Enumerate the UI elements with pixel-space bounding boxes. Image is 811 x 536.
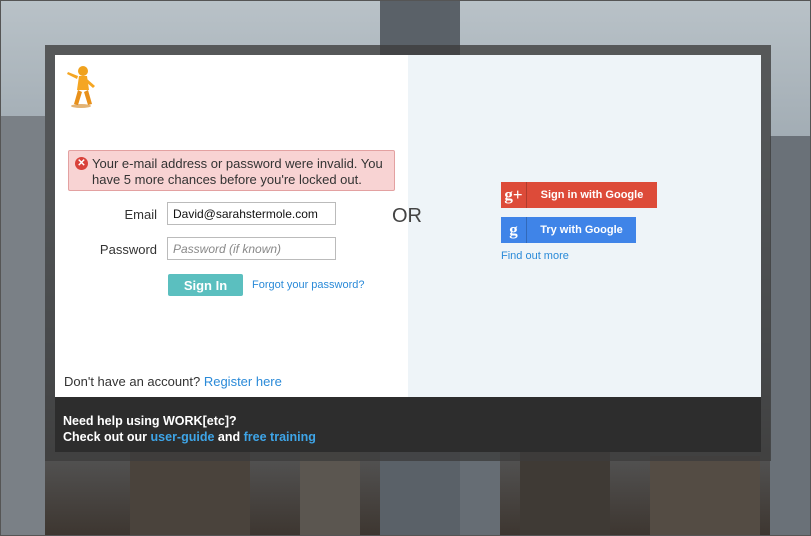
login-panel: ✕ Your e-mail address or password were i… bbox=[55, 55, 761, 452]
find-out-more-link[interactable]: Find out more bbox=[501, 250, 569, 262]
footer-help-text: Need help using WORK[etc]? bbox=[63, 414, 237, 428]
email-label: Email bbox=[124, 207, 157, 222]
google-plus-icon: g+ bbox=[501, 182, 527, 208]
password-field[interactable] bbox=[167, 237, 336, 260]
login-form-section: ✕ Your e-mail address or password were i… bbox=[55, 55, 408, 397]
register-link[interactable]: Register here bbox=[204, 374, 282, 389]
logo-figure-icon bbox=[67, 66, 95, 108]
free-training-link[interactable]: free training bbox=[244, 430, 316, 444]
error-alert: ✕ Your e-mail address or password were i… bbox=[68, 150, 395, 191]
google-icon: g bbox=[501, 217, 527, 243]
password-label: Password bbox=[99, 242, 157, 257]
footer-checkout-line: Check out our user-guide and free traini… bbox=[63, 430, 316, 444]
register-row: Don't have an account? Register here bbox=[64, 374, 282, 389]
error-icon: ✕ bbox=[75, 157, 88, 170]
try-with-google-button[interactable]: g Try with Google bbox=[501, 217, 636, 243]
register-prompt: Don't have an account? bbox=[64, 374, 201, 389]
try-with-google-label: Try with Google bbox=[540, 224, 623, 236]
or-divider: OR bbox=[392, 205, 422, 227]
google-plus-signin-button[interactable]: g+ Sign in with Google bbox=[501, 182, 657, 208]
footer-checkout-text: Check out our bbox=[63, 430, 148, 444]
footer-and-text: and bbox=[217, 430, 241, 444]
sign-in-button[interactable]: Sign In bbox=[168, 274, 243, 296]
google-plus-signin-label: Sign in with Google bbox=[540, 189, 644, 201]
error-message: Your e-mail address or password were inv… bbox=[92, 156, 383, 187]
user-guide-link[interactable]: user-guide bbox=[151, 430, 215, 444]
help-footer: Need help using WORK[etc]? Check out our… bbox=[55, 397, 761, 452]
email-field[interactable] bbox=[167, 202, 336, 225]
forgot-password-link[interactable]: Forgot your password? bbox=[252, 279, 365, 291]
